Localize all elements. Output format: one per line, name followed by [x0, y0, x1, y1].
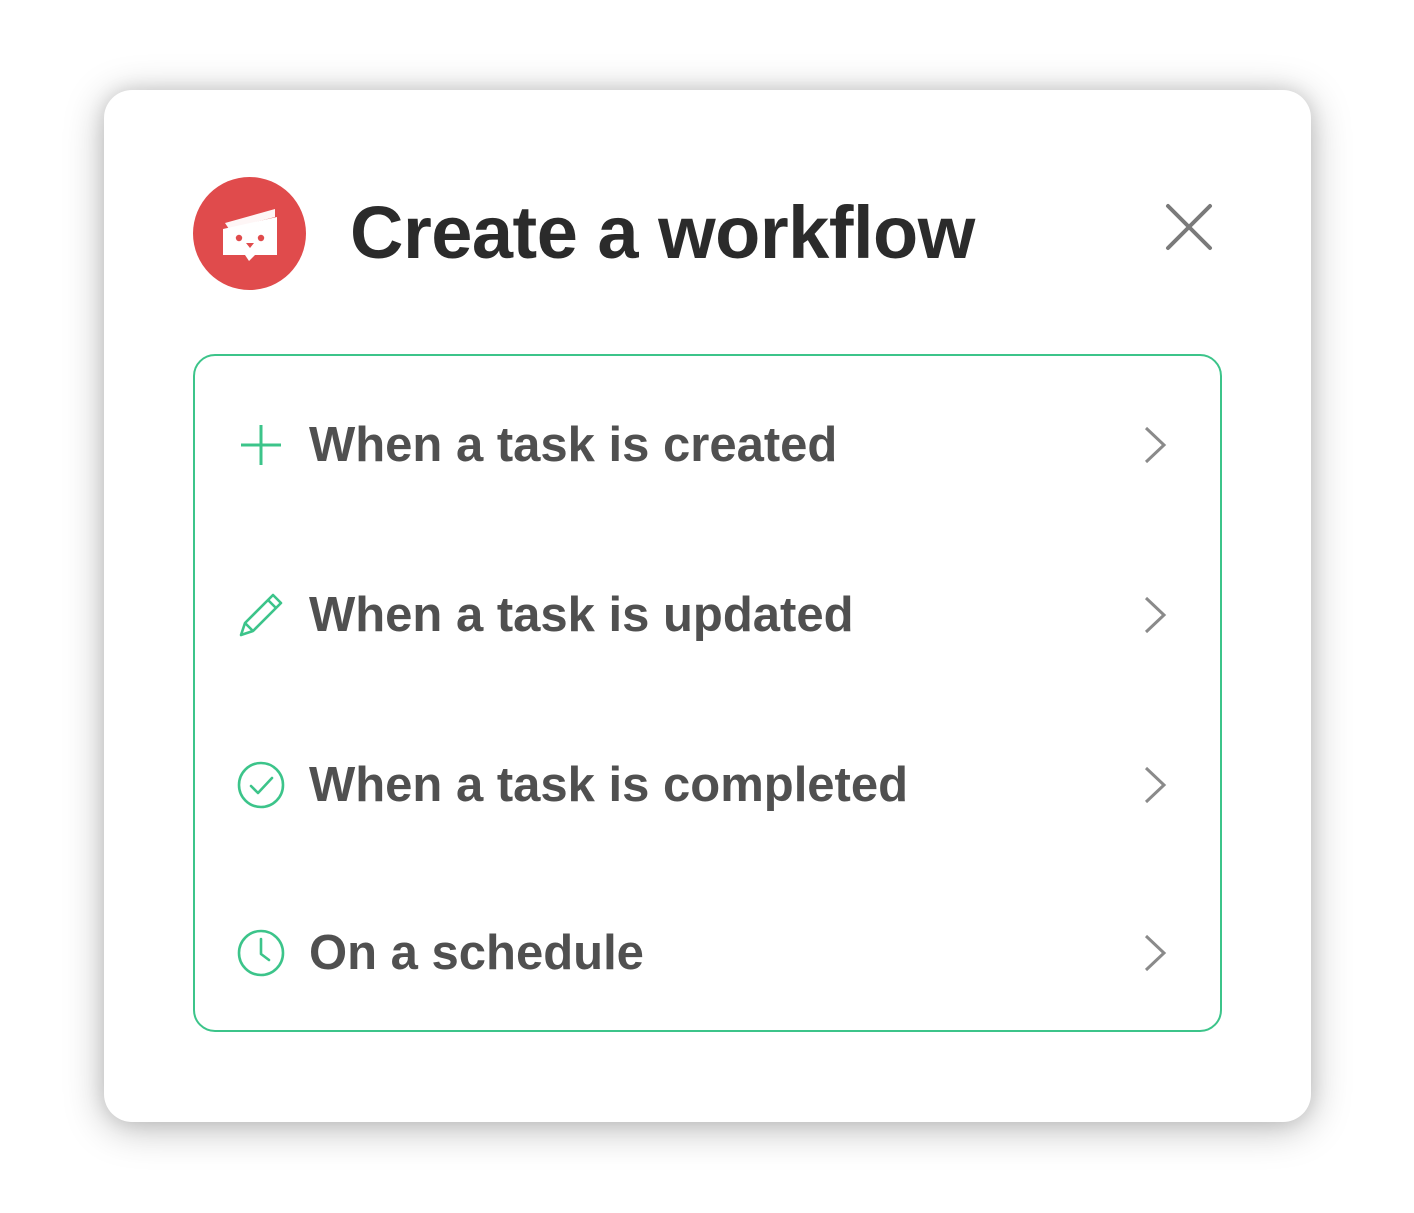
option-label: When a task is created — [309, 418, 838, 472]
check-circle-icon — [233, 757, 289, 813]
chevron-right-icon — [1135, 593, 1175, 637]
option-task-updated[interactable]: When a task is updated — [195, 550, 1220, 680]
dialog-header: Create a workflow — [193, 177, 1223, 291]
close-icon — [1166, 204, 1212, 250]
option-label: On a schedule — [309, 926, 644, 980]
app-logo-icon — [193, 177, 306, 290]
option-label: When a task is completed — [309, 758, 909, 812]
chevron-right-icon — [1135, 423, 1175, 467]
option-task-completed[interactable]: When a task is completed — [195, 720, 1220, 850]
clock-icon — [233, 925, 289, 981]
dialog-title: Create a workflow — [350, 191, 975, 274]
chevron-right-icon — [1135, 763, 1175, 807]
option-on-schedule[interactable]: On a schedule — [195, 888, 1220, 1018]
option-label: When a task is updated — [309, 588, 854, 642]
close-button[interactable] — [1155, 193, 1223, 261]
chevron-right-icon — [1135, 931, 1175, 975]
create-workflow-dialog: Create a workflow When a task is created — [104, 90, 1311, 1122]
plus-icon — [233, 417, 289, 473]
trigger-options-list: When a task is created When a task is up… — [193, 354, 1222, 1032]
pencil-icon — [233, 587, 289, 643]
option-task-created[interactable]: When a task is created — [195, 380, 1220, 510]
